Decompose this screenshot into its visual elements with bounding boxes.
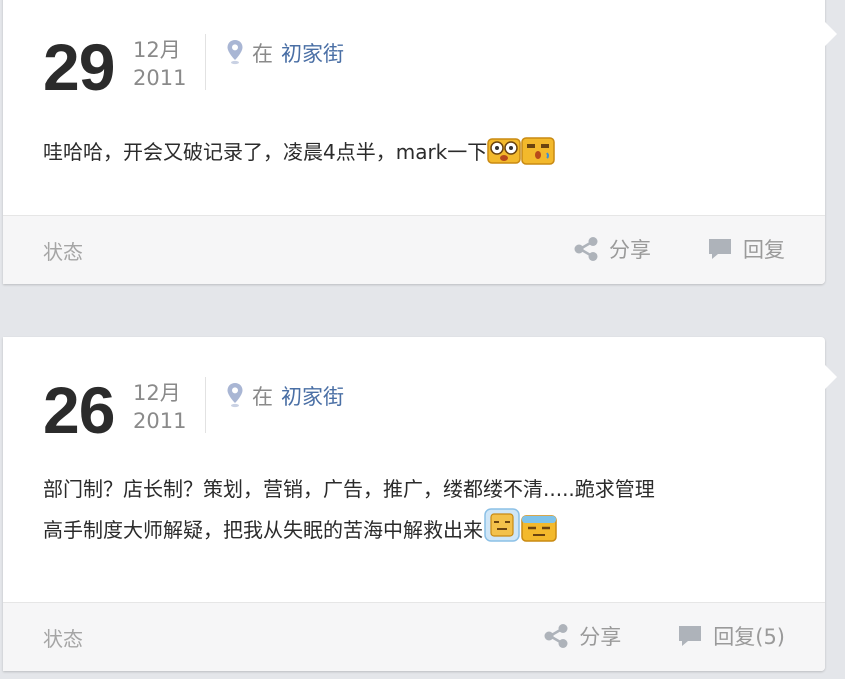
reply-button[interactable]: 回复 (707, 234, 785, 264)
post-card: 29 12月 2011 在初家街 哇哈哈，开会又破记录了，凌晨4点半，mark一… (3, 0, 837, 284)
post-type-label: 状态 (43, 240, 83, 264)
post-year: 2011 (133, 66, 187, 90)
share-icon (544, 624, 568, 648)
header-divider (205, 34, 206, 90)
comment-icon (679, 626, 702, 646)
post-actions: 分享 回复(5) (543, 621, 785, 651)
post-day: 26 (43, 373, 115, 447)
post-month: 12月 (133, 38, 181, 62)
post-content: 部门制？店长制？策划，营销，广告，推广，缕都缕不清.....跪求管理 高手制度大… (43, 471, 785, 554)
post-text-line: 哇哈哈，开会又破记录了，凌晨4点半，mark一下 (43, 140, 488, 164)
location-link[interactable]: 初家街 (281, 42, 344, 66)
post-month-year: 12月 2011 (133, 36, 186, 92)
header-divider (205, 377, 206, 433)
reply-label: 回复(5) (713, 625, 785, 649)
post-actions: 分享 回复 (573, 234, 785, 264)
share-button[interactable]: 分享 (543, 621, 621, 651)
post-month: 12月 (133, 381, 181, 405)
location-pin-icon (226, 39, 244, 70)
reply-button[interactable]: 回复(5) (677, 621, 785, 651)
post-footer: 状态 分享 回复(5) (3, 602, 825, 671)
post-text-line: 部门制？店长制？策划，营销，广告，推广，缕都缕不清.....跪求管理 (43, 477, 655, 501)
surprised-face-emoticon (521, 135, 556, 176)
post-type-label: 状态 (43, 627, 83, 651)
tired-face-emoticon (521, 513, 557, 554)
post-card: 26 12月 2011 在初家街 部门制？店长制？策划，营销，广告，推广，缕都缕… (3, 337, 837, 671)
post-day: 29 (43, 30, 115, 104)
reply-label: 回复 (743, 238, 785, 262)
sleepy-face-emoticon (483, 507, 521, 554)
post-location: 在初家街 (226, 381, 344, 413)
location-link[interactable]: 初家街 (281, 385, 344, 409)
post-year: 2011 (133, 409, 187, 433)
share-button[interactable]: 分享 (573, 234, 651, 264)
post-month-year: 12月 2011 (133, 379, 186, 435)
post-location: 在初家街 (226, 38, 344, 70)
post-content: 哇哈哈，开会又破记录了，凌晨4点半，mark一下 (43, 134, 785, 176)
location-prefix: 在 (252, 385, 273, 409)
comment-icon (709, 239, 731, 259)
share-label: 分享 (609, 238, 651, 262)
location-prefix: 在 (252, 42, 273, 66)
share-icon (574, 237, 598, 261)
post-text-line: 高手制度大师解疑，把我从失眠的苦海中解救出来 (43, 518, 483, 542)
share-label: 分享 (579, 625, 622, 649)
shocked-face-emoticon (487, 135, 522, 176)
post-footer: 状态 分享 回复 (3, 215, 825, 284)
location-pin-icon (226, 382, 244, 413)
